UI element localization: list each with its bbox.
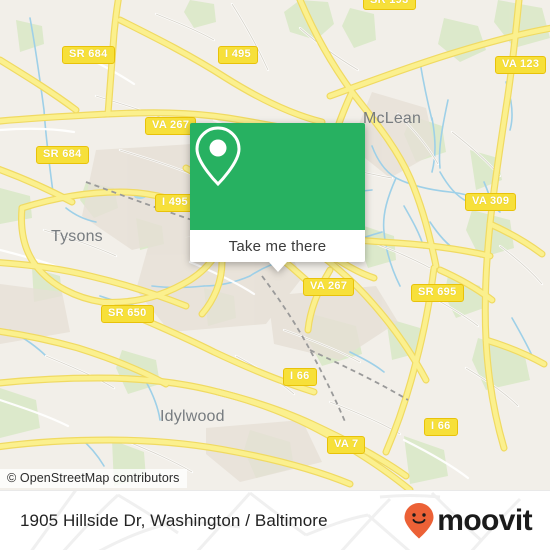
footer-bar: 1905 Hillside Dr, Washington / Baltimore…	[0, 490, 550, 550]
road-shield: SR 695	[411, 284, 464, 302]
road-shield: SR 684	[62, 46, 115, 64]
osm-attribution[interactable]: © OpenStreetMap contributors	[0, 469, 187, 488]
road-shield: VA 7	[327, 436, 366, 454]
road-shield: VA 309	[465, 193, 517, 211]
road-shield: SR 684	[36, 146, 89, 164]
road-shield: I 66	[424, 418, 458, 436]
road-shield: VA 267	[303, 278, 355, 296]
take-me-there-button[interactable]: Take me there	[190, 230, 365, 262]
road-shield: I 495	[155, 194, 195, 212]
address-label: 1905 Hillside Dr, Washington / Baltimore	[20, 511, 328, 530]
take-me-there-label: Take me there	[228, 237, 327, 255]
map-canvas[interactable]: SR 684 I 495 VA 123 VA 267 SR 684 I 495 …	[0, 0, 550, 490]
place-label-idylwood: Idylwood	[160, 408, 225, 425]
moovit-pin-icon	[404, 503, 434, 539]
road-shield: I 66	[283, 368, 317, 386]
road-shield: VA 123	[495, 56, 547, 74]
callout-tail	[268, 262, 287, 272]
moovit-wordmark: moovit	[437, 504, 532, 537]
road-shield: SR 650	[101, 305, 154, 323]
destination-callout-card[interactable]: Take me there	[190, 123, 365, 272]
place-label-tysons: Tysons	[51, 228, 103, 245]
card-image-area	[190, 123, 365, 230]
location-pin-icon	[195, 126, 241, 187]
moovit-brand[interactable]: moovit	[403, 491, 533, 550]
map-screenshot: SR 684 I 495 VA 123 VA 267 SR 684 I 495 …	[0, 0, 550, 550]
place-label-mclean: McLean	[363, 110, 422, 127]
road-shield: VA 267	[145, 117, 197, 135]
road-shield: I 495	[218, 46, 258, 64]
road-shield: SR 193	[363, 0, 416, 10]
